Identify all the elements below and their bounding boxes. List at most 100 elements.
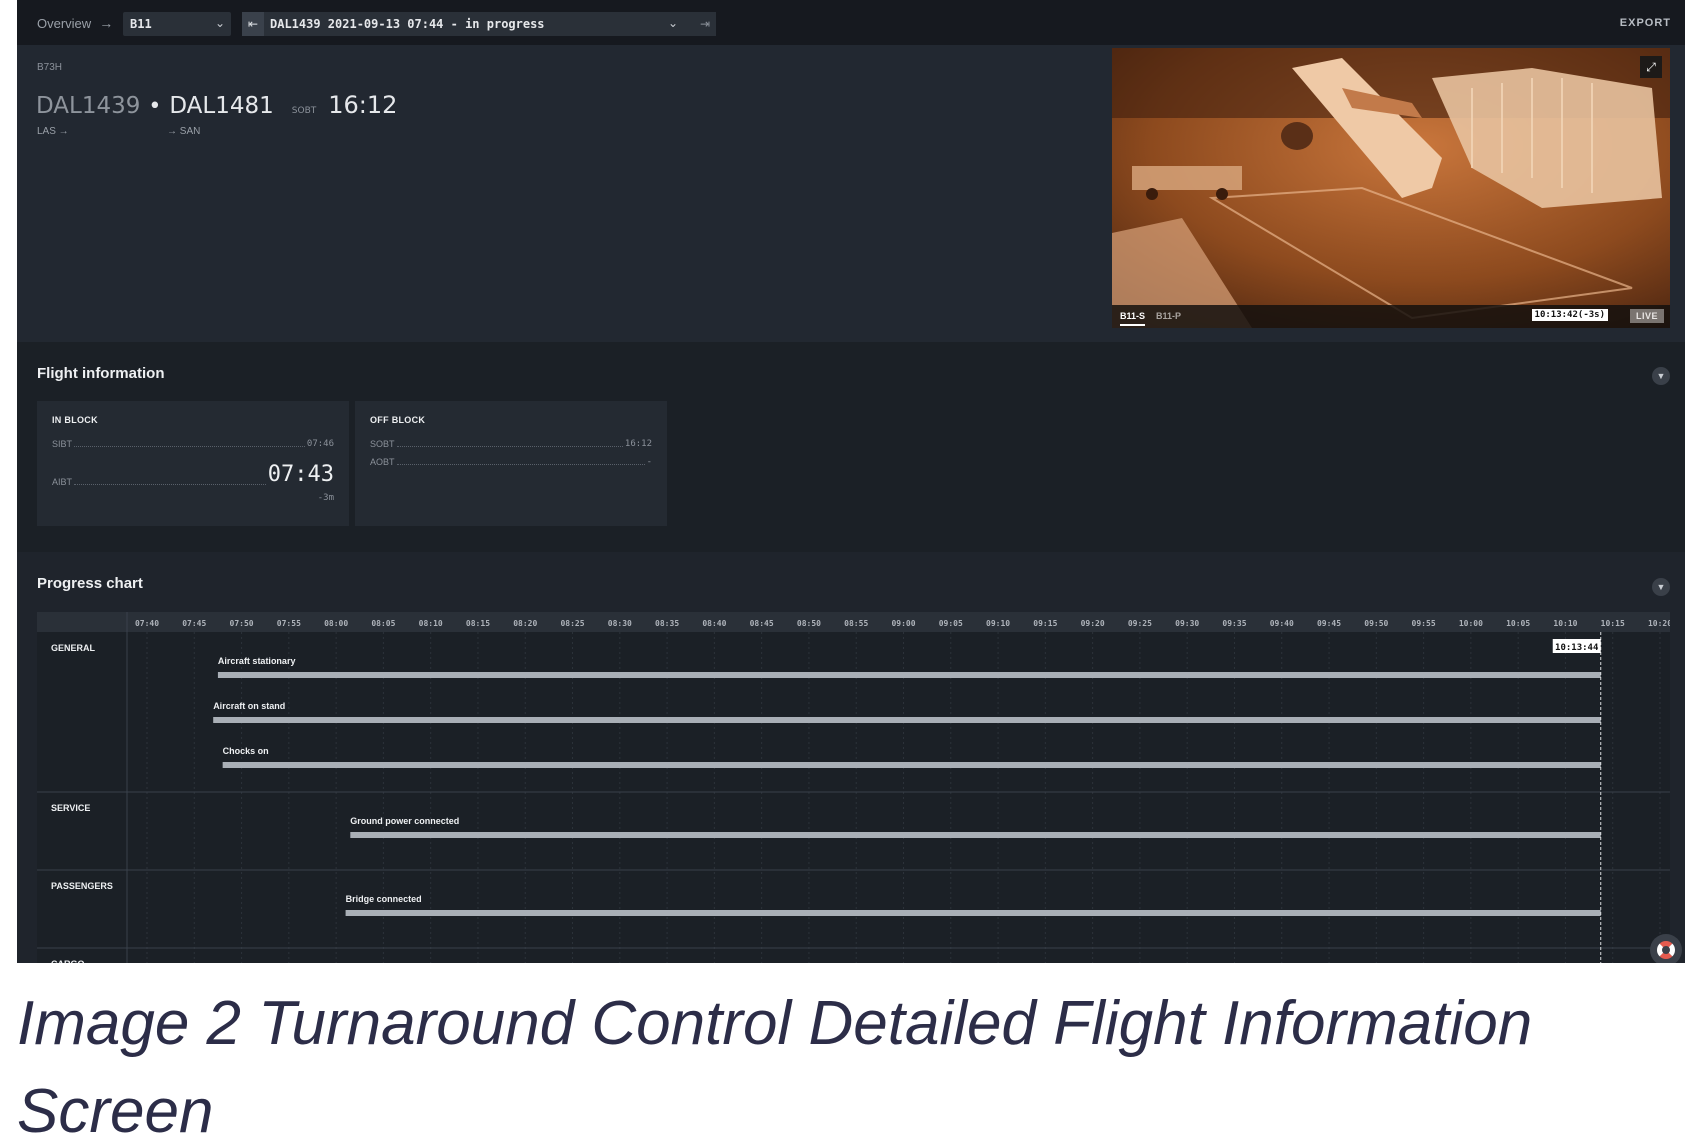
sibt-value: 07:46 [306, 439, 334, 449]
tick-label: 09:10 [986, 619, 1010, 628]
camera-timestamp: 10:13:42(-3s) [1531, 309, 1608, 321]
tick-label: 08:35 [655, 619, 679, 628]
event-label: Aircraft stationary [218, 656, 296, 666]
help-lifebuoy-icon[interactable] [1650, 934, 1682, 963]
tick-label: 09:35 [1222, 619, 1246, 628]
off-block-card: OFF BLOCK SOBT 16:12 AOBT - [355, 401, 667, 526]
route-destination: → SAN [167, 126, 201, 137]
flight-select-value: DAL1439 2021-09-13 07:44 - in progress [270, 17, 545, 31]
tick-label: 07:55 [277, 619, 301, 628]
first-flight-icon[interactable]: ⇤ [242, 12, 264, 36]
event-bar [345, 910, 1601, 916]
card-title: OFF BLOCK [370, 415, 426, 425]
tick-label: 09:50 [1364, 619, 1388, 628]
camera-toolbar: B11-S B11-P 10:13:42(-3s) LIVE [1112, 305, 1670, 328]
tick-label: 08:55 [844, 619, 868, 628]
tick-label: 08:25 [560, 619, 584, 628]
now-label: 10:13:44 [1555, 643, 1599, 653]
tick-label: 08:45 [750, 619, 774, 628]
tick-label: 10:15 [1601, 619, 1625, 628]
event-bar [222, 762, 1601, 768]
breadcrumb: Overview → [37, 15, 113, 31]
progress-chart-section: Progress chart ▼ 07:40 07:45 07:50 07:55 08:… [17, 552, 1685, 963]
live-button[interactable]: LIVE [1629, 309, 1664, 323]
aobt-value: - [646, 457, 652, 467]
separator-dot: • [148, 94, 162, 119]
tick-label: 09:40 [1270, 619, 1294, 628]
export-button[interactable]: EXPORT [1620, 17, 1671, 29]
event-label: Ground power connected [350, 816, 459, 826]
event-bar [217, 672, 1601, 678]
arrow-right-icon: → [99, 15, 114, 31]
flight-header: B73H DAL1439 • DAL1481 SOBT 16:12 LAS → … [17, 45, 1685, 342]
tick-label: 08:10 [419, 619, 443, 628]
tick-label: 09:00 [891, 619, 915, 628]
expand-icon[interactable]: ⤢ [1640, 56, 1662, 78]
progress-chart: 07:40 07:45 07:50 07:55 08:00 08:05 08:10 08:15… [37, 612, 1670, 963]
flight-select[interactable]: ⇤ DAL1439 2021-09-13 07:44 - in progress… [242, 12, 716, 36]
group-label: CARGO [51, 959, 85, 963]
sibt-row: SIBT 07:46 [52, 439, 334, 449]
tick-label: 08:50 [797, 619, 821, 628]
gate-select[interactable]: B11 ⌄ [123, 12, 231, 36]
departure-flight: DAL1481 [169, 93, 274, 119]
sobt-value: 16:12 [624, 439, 652, 449]
tick-label: 09:55 [1412, 619, 1436, 628]
aibt-label: AIBT [52, 477, 73, 487]
aobt-row: AOBT - [370, 457, 652, 467]
section-title: Flight information [37, 365, 165, 382]
aibt-value: 07:43 [267, 462, 334, 487]
tick-label: 09:05 [939, 619, 963, 628]
tick-label: 09:20 [1081, 619, 1105, 628]
tick-label: 09:25 [1128, 619, 1152, 628]
tick-label: 07:40 [135, 619, 159, 628]
chevron-down-icon: ⌄ [667, 16, 678, 30]
overview-link[interactable]: Overview [37, 16, 91, 31]
event-bar [350, 832, 1601, 838]
chevron-down-icon: ⌄ [214, 16, 225, 30]
collapse-icon[interactable]: ▼ [1652, 367, 1670, 385]
tick-label: 08:05 [371, 619, 395, 628]
aobt-label: AOBT [370, 457, 395, 467]
last-flight-icon[interactable]: ⇥ [694, 12, 716, 36]
camera-feed[interactable]: ⤢ B11-S B11-P 10:13:42(-3s) LIVE [1112, 48, 1670, 328]
sobt-row: SOBT 16:12 [370, 439, 652, 449]
gate-select-value: B11 [130, 17, 152, 31]
tick-label: 10:05 [1506, 619, 1530, 628]
tick-label: 10:10 [1553, 619, 1577, 628]
tick-label: 10:20 [1648, 619, 1670, 628]
route-origin: LAS → [37, 126, 69, 137]
event-label: Aircraft on stand [213, 701, 285, 711]
tick-label: 09:15 [1033, 619, 1057, 628]
sobt-time: 16:12 [328, 91, 398, 119]
tick-label: 09:45 [1317, 619, 1341, 628]
in-block-card: IN BLOCK SIBT 07:46 AIBT 07:43 -3m [37, 401, 349, 526]
tick-label: 08:15 [466, 619, 490, 628]
flight-numbers: DAL1439 • DAL1481 SOBT 16:12 [36, 91, 397, 119]
aibt-row: AIBT 07:43 [52, 462, 334, 488]
tick-label: 08:40 [702, 619, 726, 628]
camera-tab-b11-s[interactable]: B11-S [1120, 311, 1146, 326]
tick-label: 07:50 [230, 619, 254, 628]
group-label: GENERAL [51, 643, 96, 653]
group-label: SERVICE [51, 803, 90, 813]
card-title: IN BLOCK [52, 415, 98, 425]
sobt-label: SOBT [370, 439, 395, 449]
aircraft-type: B73H [37, 62, 63, 73]
turnaround-app: Overview → B11 ⌄ ⇤ DAL1439 2021-09-13 07… [17, 0, 1685, 963]
tick-label: 10:00 [1459, 619, 1483, 628]
sobt-label: SOBT [291, 106, 317, 116]
camera-image [1112, 48, 1670, 328]
event-label: Chocks on [223, 746, 269, 756]
tick-label: 08:30 [608, 619, 632, 628]
camera-tab-b11-p[interactable]: B11-P [1156, 311, 1181, 321]
top-bar: Overview → B11 ⌄ ⇤ DAL1439 2021-09-13 07… [17, 0, 1685, 45]
tick-label: 08:20 [513, 619, 537, 628]
aibt-delta: -3m [317, 493, 334, 503]
collapse-icon[interactable]: ▼ [1652, 578, 1670, 596]
arrival-flight: DAL1439 [36, 93, 141, 119]
figure-caption: Image 2 Turnaround Control Detailed Flig… [17, 989, 1533, 1141]
event-bar [213, 717, 1601, 723]
section-title: Progress chart [37, 575, 143, 592]
sibt-label: SIBT [52, 439, 73, 449]
